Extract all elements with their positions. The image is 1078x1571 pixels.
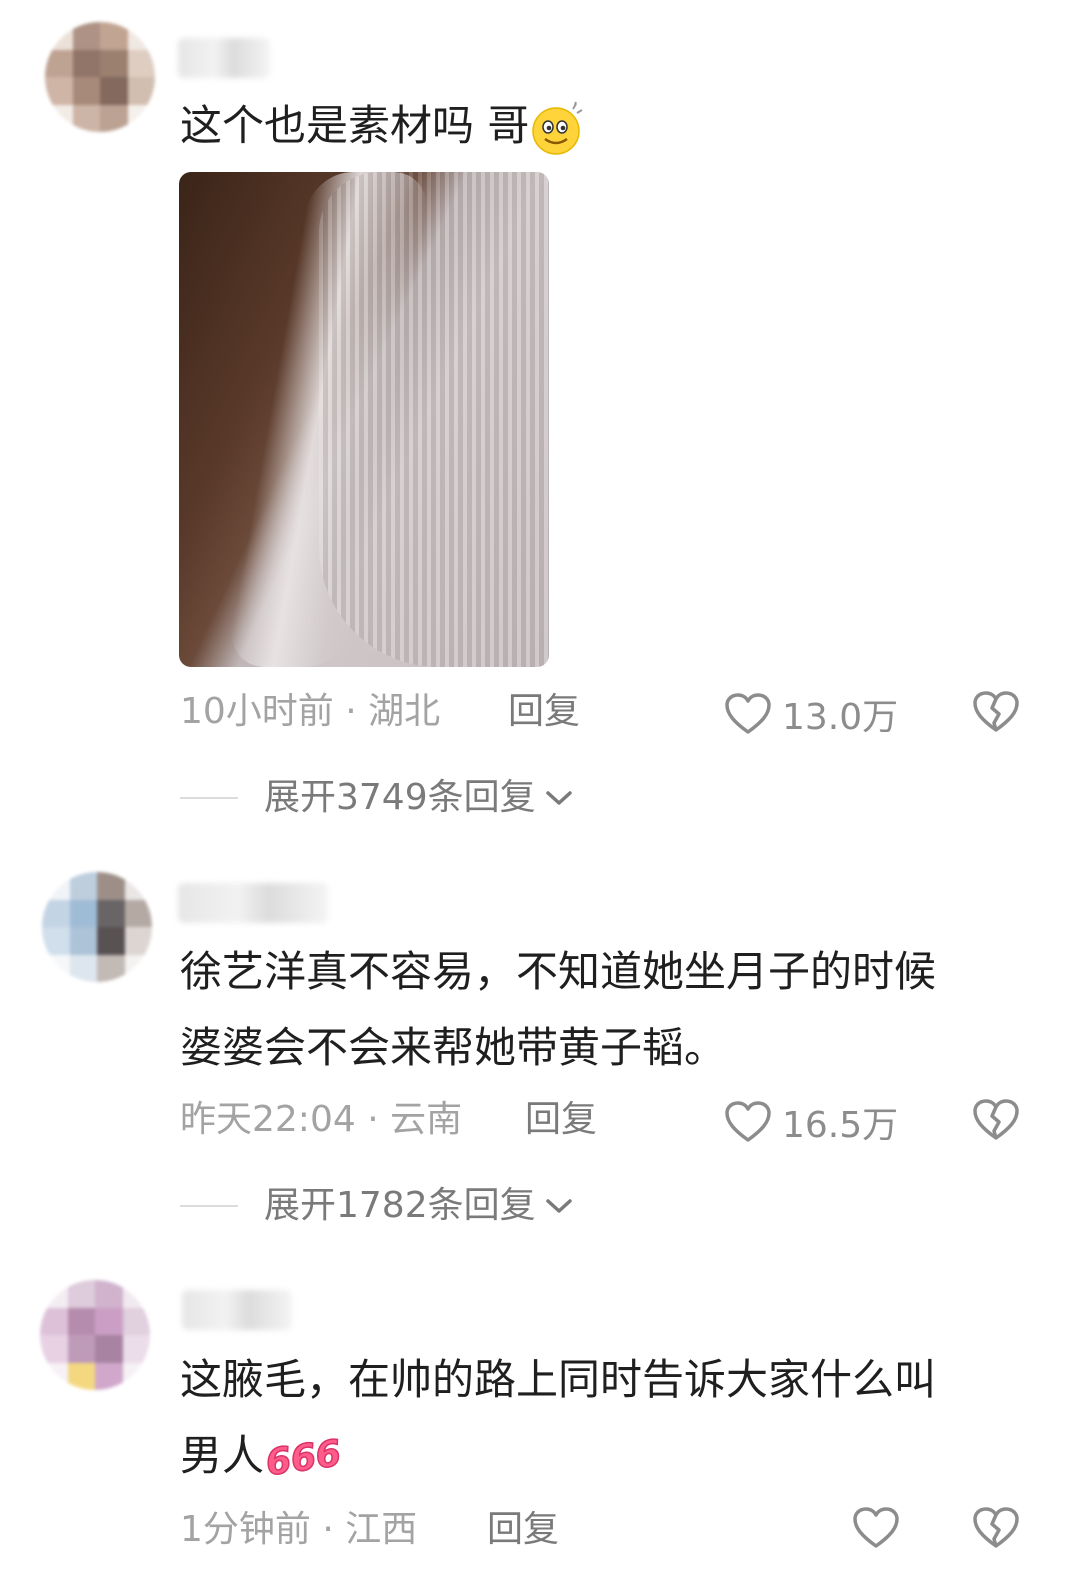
divider xyxy=(180,797,238,799)
comment-line: 徐艺洋真不容易，不知道她坐月子的时候 xyxy=(180,947,937,996)
comment-text: 这腋毛，在帅的路上同时告诉大家什么叫 男人666 xyxy=(180,1342,936,1497)
heart-icon[interactable] xyxy=(852,1506,900,1550)
comment-text: 徐艺洋真不容易，不知道她坐月子的时候 婆婆会不会来帮她带黄子韬。 xyxy=(180,934,936,1086)
comment-line: 男人666 xyxy=(180,1418,936,1497)
broken-heart-icon[interactable] xyxy=(972,690,1020,734)
comment-image[interactable] xyxy=(179,172,549,667)
comment-line: 婆婆会不会来帮她带黄子韬。 xyxy=(180,1023,727,1072)
divider xyxy=(180,1205,238,1207)
expand-replies[interactable]: 展开1782条回复 xyxy=(180,1184,574,1228)
expand-replies-label: 展开3749条回复 xyxy=(264,777,536,818)
like-count: 16.5万 xyxy=(782,1105,899,1146)
avatar[interactable] xyxy=(40,1280,150,1390)
comment-meta: 昨天22:04 · 云南 xyxy=(180,1099,463,1140)
comment-meta: 10小时前 · 湖北 xyxy=(180,691,441,732)
broken-heart-icon[interactable] xyxy=(972,1506,1020,1550)
heart-icon xyxy=(725,693,771,734)
expand-replies[interactable]: 展开3749条回复 xyxy=(180,776,574,820)
username-blurred[interactable] xyxy=(178,883,328,923)
reply-button[interactable]: 回复 xyxy=(525,1098,597,1142)
avatar[interactable] xyxy=(42,872,152,982)
like-button[interactable]: 13.0万 xyxy=(724,688,898,740)
avatar[interactable] xyxy=(45,22,155,132)
username-blurred[interactable] xyxy=(178,38,270,78)
comment-line: 这腋毛，在帅的路上同时告诉大家什么叫 xyxy=(180,1355,937,1404)
comment-text: 这个也是素材吗 哥 xyxy=(180,88,585,164)
sticker-666-icon: 666 xyxy=(263,1432,345,1485)
smile-emoji-icon xyxy=(532,101,583,155)
comment-meta: 1分钟前 · 江西 xyxy=(180,1509,418,1550)
reply-button[interactable]: 回复 xyxy=(487,1508,559,1552)
username-blurred[interactable] xyxy=(182,1290,292,1330)
reply-button[interactable]: 回复 xyxy=(508,690,580,734)
chevron-down-icon xyxy=(545,1199,572,1213)
heart-icon xyxy=(725,1101,771,1142)
chevron-down-icon xyxy=(545,791,572,805)
like-count: 13.0万 xyxy=(782,697,899,738)
expand-replies-label: 展开1782条回复 xyxy=(264,1185,536,1226)
like-button[interactable]: 16.5万 xyxy=(724,1096,898,1148)
broken-heart-icon[interactable] xyxy=(972,1098,1020,1142)
